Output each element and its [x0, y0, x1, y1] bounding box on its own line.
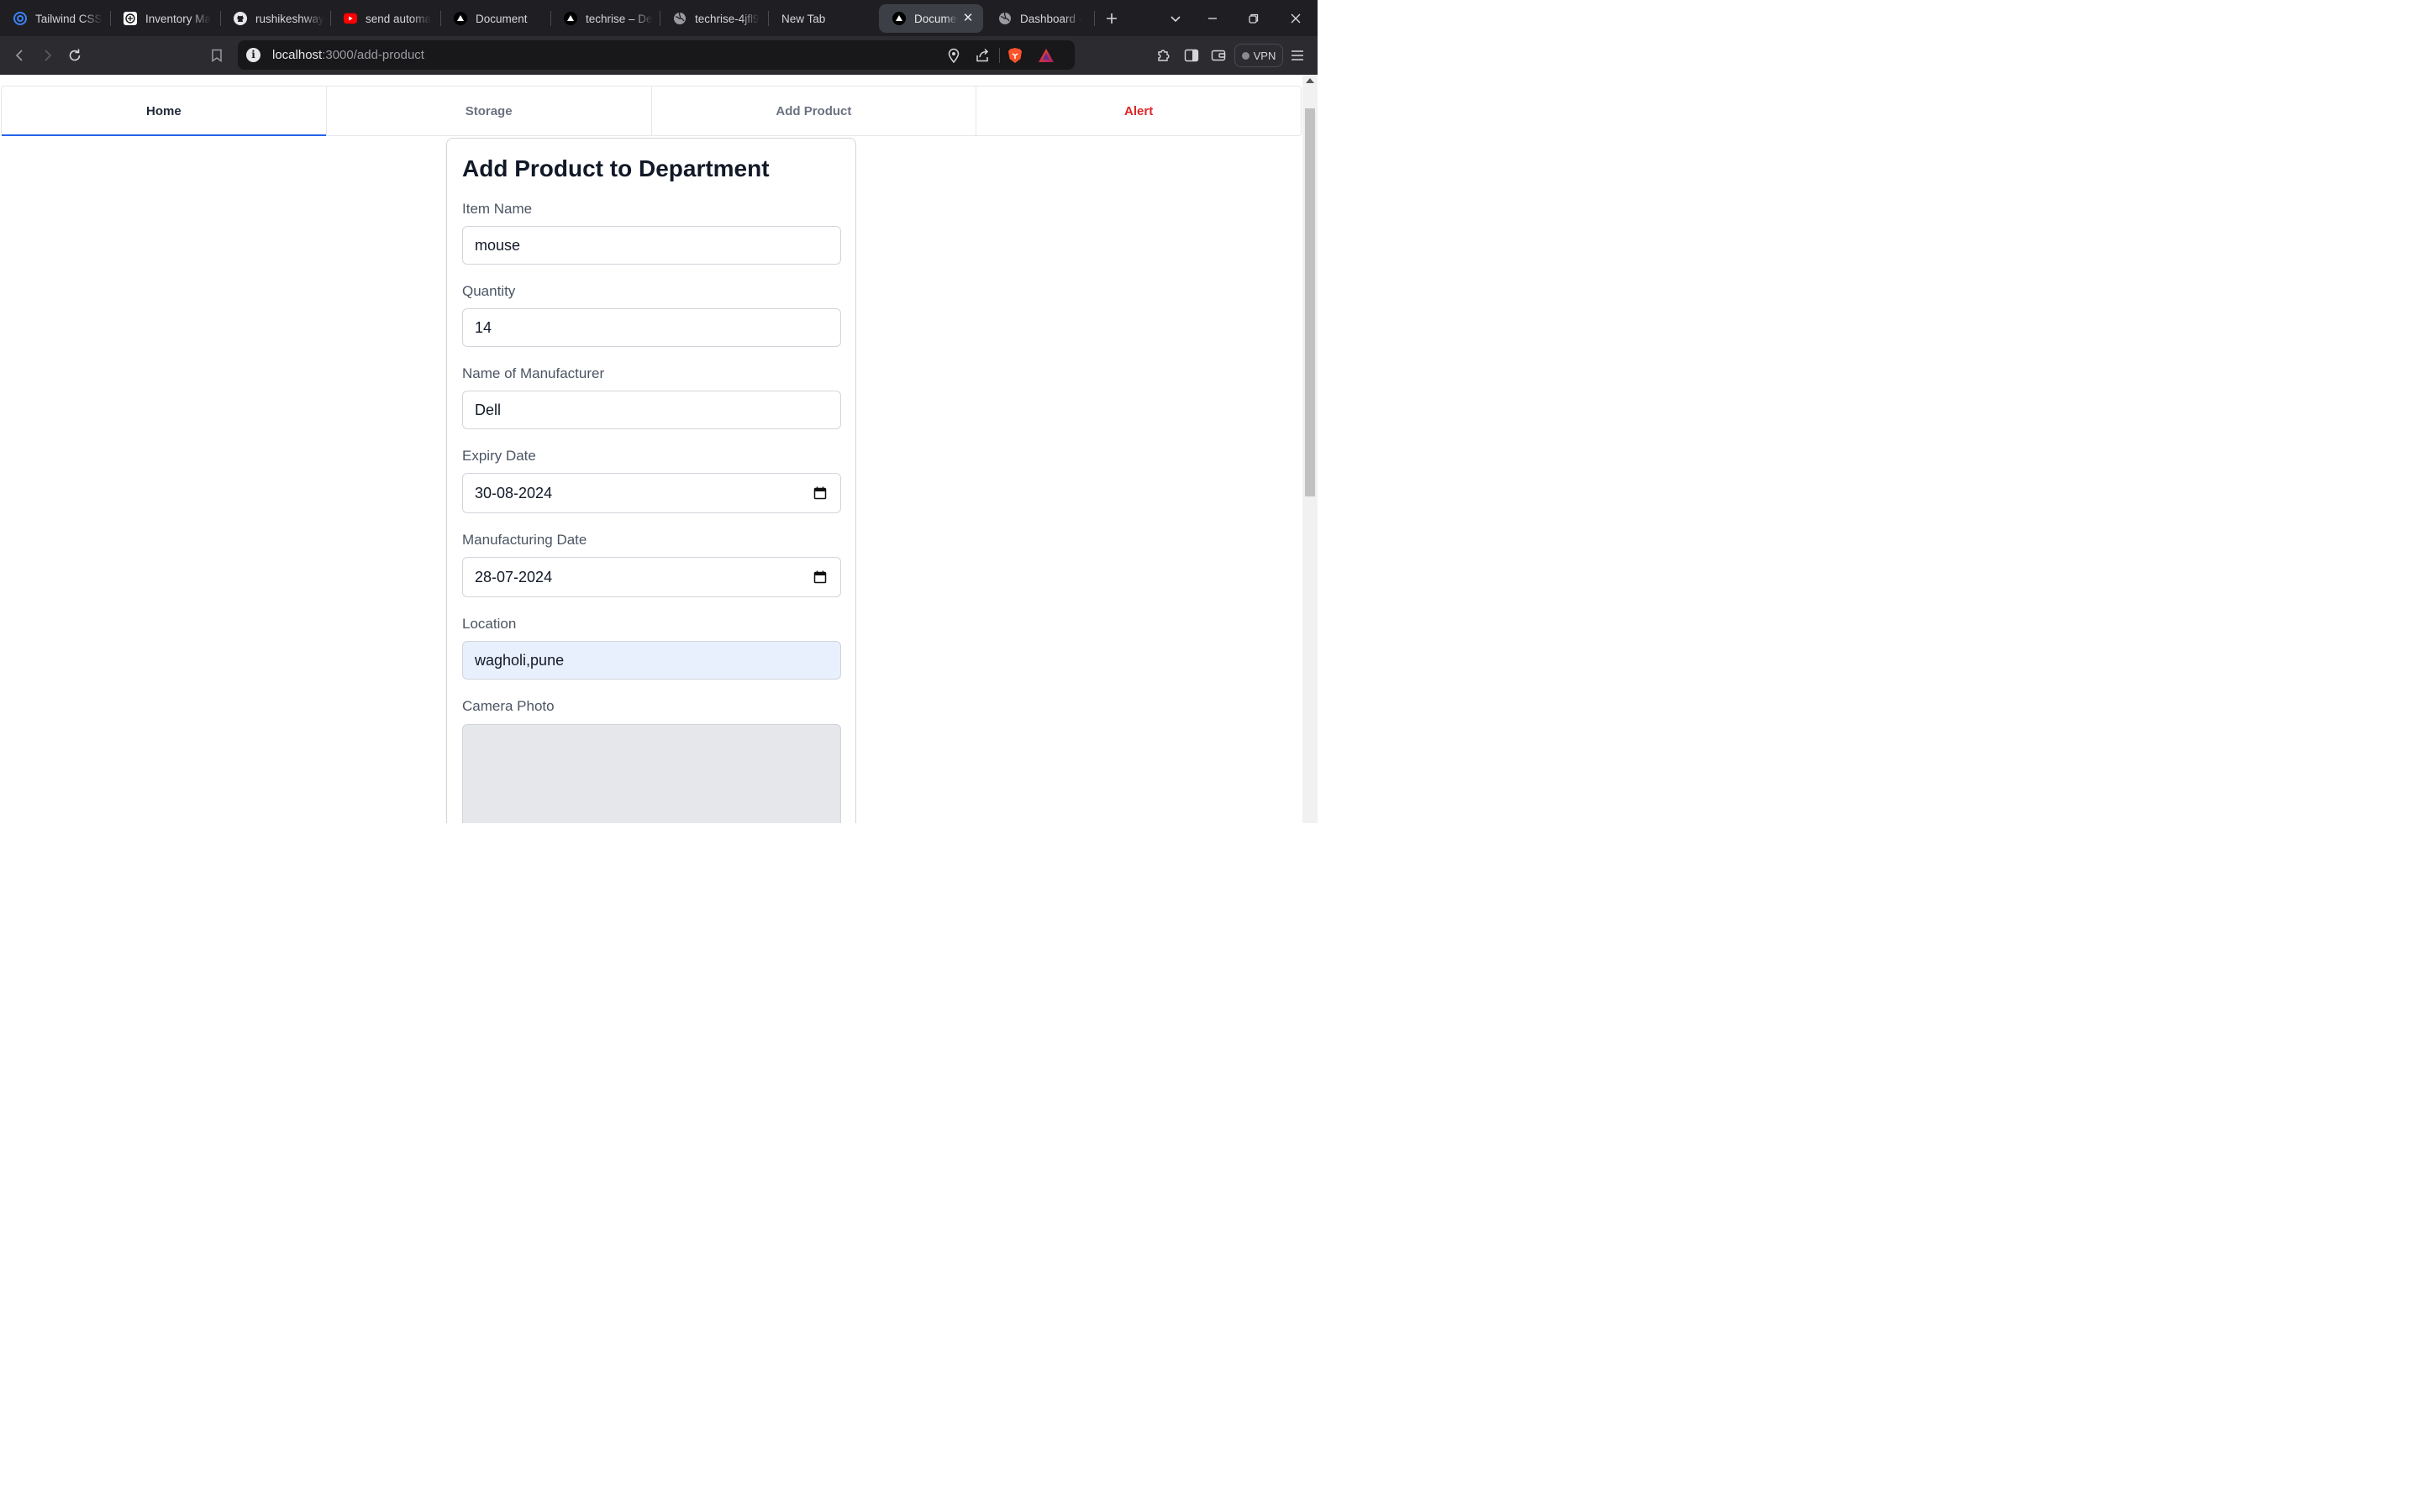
camera-photo-label: Camera Photo	[462, 698, 555, 714]
page-title: Add Product to Department	[462, 155, 770, 181]
vercel-icon	[454, 12, 467, 25]
close-window-icon[interactable]	[1286, 8, 1306, 29]
quantity-label: Quantity	[462, 283, 516, 299]
item-name-input[interactable]: mouse	[462, 226, 841, 265]
scrollbar-thumb[interactable]	[1305, 108, 1315, 496]
browser-tab[interactable]: techrise-4jfl9	[660, 4, 768, 33]
location-value: wagholi,pune	[475, 651, 565, 669]
tab-label: Tailwind CSS	[35, 12, 103, 25]
tab-label: Dashboard -	[1020, 12, 1083, 25]
nav-storage[interactable]: Storage	[327, 87, 652, 135]
browser-tab[interactable]: techrise – De	[550, 4, 660, 33]
calendar-icon[interactable]	[813, 570, 827, 584]
quantity-value: 14	[475, 318, 492, 336]
tab-label: rushikeshway	[255, 12, 324, 25]
quantity-input[interactable]: 14	[462, 308, 841, 347]
calendar-icon[interactable]	[813, 486, 827, 500]
address-bar[interactable]: i localhost:3000/add-product	[238, 40, 1075, 70]
nav-home[interactable]: Home	[2, 87, 327, 136]
site-info-icon[interactable]: i	[246, 48, 260, 62]
tab-label: send automa	[366, 12, 432, 25]
globe-icon	[998, 12, 1012, 25]
vercel-icon	[564, 12, 577, 25]
extensions-puzzle-icon[interactable]	[1154, 45, 1174, 66]
manufacturing-date-input[interactable]: 28-07-2024	[462, 557, 841, 597]
new-tab-button[interactable]	[1102, 8, 1122, 29]
vpn-status-dot	[1241, 51, 1249, 60]
item-name-value: mouse	[475, 236, 521, 254]
expiry-date-value: 30-08-2024	[475, 484, 553, 501]
tab-list-chevron-down-icon[interactable]	[1165, 8, 1186, 29]
manufacturing-date-value: 28-07-2024	[475, 568, 553, 585]
tab-label: techrise – De	[586, 12, 653, 25]
wallet-icon[interactable]	[1208, 45, 1228, 66]
location-input[interactable]: wagholi,pune	[462, 641, 841, 680]
menu-hamburger-icon[interactable]	[1287, 45, 1307, 66]
chatgpt-icon	[124, 12, 137, 25]
tab-label: New Tab	[781, 12, 826, 25]
browser-toolbar: i localhost:3000/add-product VPN	[0, 36, 1318, 75]
manufacturer-label: Name of Manufacturer	[462, 365, 605, 381]
browser-tab-bar: Tailwind CSS Inventory Ma rushikeshway s…	[0, 0, 1318, 36]
add-product-form-card: Add Product to Department Item Name mous…	[446, 138, 856, 823]
item-name-label: Item Name	[462, 201, 533, 217]
manufacturer-value: Dell	[475, 401, 502, 418]
reload-icon[interactable]	[65, 45, 85, 66]
expiry-date-input[interactable]: 30-08-2024	[462, 473, 841, 513]
forward-arrow-icon[interactable]	[37, 45, 57, 66]
sidebar-toggle-icon[interactable]	[1181, 45, 1202, 66]
location-label: Location	[462, 616, 517, 632]
tab-separator	[1094, 11, 1095, 26]
camera-photo-preview[interactable]	[462, 724, 841, 823]
manufacturing-date-label: Manufacturing Date	[462, 532, 587, 548]
browser-tab[interactable]: Dashboard -	[985, 4, 1094, 33]
restore-window-icon[interactable]	[1244, 8, 1264, 29]
url-path: :3000/add-product	[322, 48, 424, 62]
browser-tab[interactable]: Inventory Ma	[110, 4, 220, 33]
tab-label: Documen	[914, 12, 958, 25]
github-icon	[234, 12, 247, 25]
nav-add-product[interactable]: Add Product	[652, 87, 977, 135]
back-arrow-icon[interactable]	[10, 45, 30, 66]
browser-tab[interactable]: rushikeshway	[220, 4, 330, 33]
browser-tab[interactable]: Document	[440, 4, 550, 33]
url-host: localhost	[272, 48, 323, 62]
url-text[interactable]: localhost:3000/add-product	[272, 48, 424, 62]
tab-label: Document	[476, 12, 528, 25]
tab-label: Inventory Ma	[145, 12, 212, 25]
vpn-label: VPN	[1253, 49, 1276, 62]
vercel-icon	[892, 12, 906, 25]
location-pin-icon[interactable]	[945, 47, 962, 64]
page-scrollbar[interactable]	[1302, 75, 1318, 823]
bookmark-icon[interactable]	[207, 45, 227, 66]
browser-tab-active[interactable]: Documen ✕	[879, 4, 983, 33]
expiry-date-label: Expiry Date	[462, 448, 536, 464]
youtube-icon	[344, 12, 357, 25]
page-viewport: Home Storage Add Product Alert Add Produ…	[0, 75, 1318, 823]
globe-icon	[673, 12, 687, 25]
tab-label: techrise-4jfl9	[695, 12, 760, 25]
toolbar-separator	[999, 48, 1000, 63]
tailwind-icon	[13, 12, 27, 25]
browser-tab[interactable]: send automa	[330, 4, 440, 33]
manufacturer-input[interactable]: Dell	[462, 391, 841, 429]
scroll-up-arrow-icon[interactable]	[1306, 78, 1314, 83]
share-icon[interactable]	[974, 47, 991, 64]
vpn-button[interactable]: VPN	[1234, 44, 1283, 67]
nav-alert[interactable]: Alert	[976, 87, 1301, 135]
brave-shields-icon[interactable]	[1007, 47, 1023, 64]
browser-tab[interactable]: New Tab	[768, 4, 877, 33]
browser-tab[interactable]: Tailwind CSS	[0, 4, 109, 33]
minimize-window-icon[interactable]	[1202, 8, 1223, 29]
close-icon[interactable]: ✕	[961, 12, 975, 25]
app-navbar: Home Storage Add Product Alert	[1, 86, 1302, 136]
brave-rewards-icon[interactable]	[1038, 47, 1055, 64]
